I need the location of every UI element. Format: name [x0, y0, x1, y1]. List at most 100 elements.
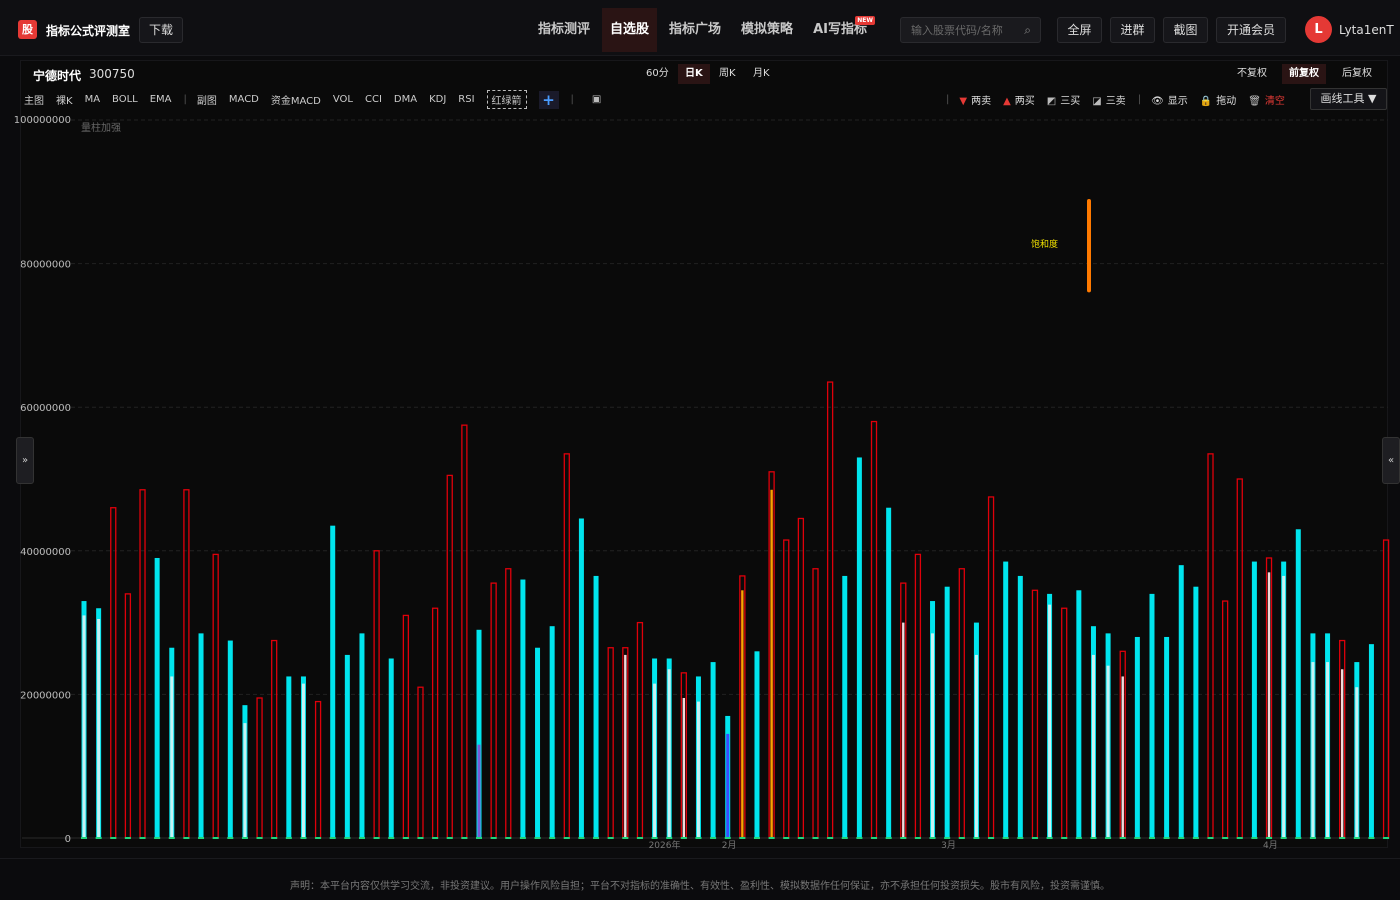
volume-bar-base — [198, 837, 205, 839]
volume-bar — [1207, 453, 1214, 839]
volume-bar-base — [241, 837, 248, 839]
volume-bar — [1134, 636, 1140, 838]
volume-bar-base — [1178, 837, 1185, 839]
volume-bar-base — [651, 837, 658, 839]
y-tick-label: 40000000 — [20, 547, 71, 558]
volume-bar — [1003, 561, 1009, 838]
volume-bar-inner — [667, 669, 671, 838]
volume-bar — [1031, 589, 1039, 839]
volume-bar-base — [358, 837, 365, 839]
volume-bar-base — [739, 837, 746, 839]
volume-bar — [958, 568, 965, 839]
volume-bar-base — [476, 837, 483, 839]
volume-bar — [826, 381, 834, 839]
volume-bar — [1295, 529, 1301, 838]
volume-bar-base — [578, 837, 585, 839]
volume-bar — [212, 553, 219, 839]
volume-bar — [636, 621, 644, 839]
volume-bar-base — [1002, 837, 1009, 839]
volume-bar — [563, 453, 570, 839]
volume-bar-inner — [770, 489, 773, 838]
volume-chart: 0 20000000 40000000 60000000 80000000 1000000… — [14, 115, 1390, 851]
volume-bar — [110, 507, 117, 839]
volume-bar — [1193, 586, 1199, 838]
volume-bar-base — [1266, 837, 1273, 839]
volume-bar — [198, 633, 204, 838]
volume-bar-inner — [696, 701, 700, 838]
volume-bar-base — [154, 837, 161, 839]
volume-bar-base — [988, 837, 995, 839]
volume-bar — [1251, 561, 1257, 838]
volume-bar-base — [944, 837, 951, 839]
volume-bar — [314, 700, 322, 839]
volume-bar-inner — [1091, 654, 1095, 838]
volume-bar-base — [1075, 837, 1082, 839]
volume-bar — [797, 517, 805, 839]
volume-bar-base — [900, 837, 907, 839]
volume-bar-inner — [1121, 676, 1124, 838]
volume-bar-base — [856, 837, 863, 839]
volume-bar-base — [680, 837, 687, 839]
volume-bar-base — [797, 837, 804, 839]
volume-bar-base — [549, 837, 556, 839]
x-tick-label: 4月 — [1263, 840, 1278, 851]
volume-bar — [431, 607, 439, 839]
volume-bar — [271, 639, 278, 839]
volume-bar-base — [827, 837, 834, 839]
y-tick-label: 0 — [65, 834, 71, 845]
y-tick-label: 20000000 — [20, 690, 71, 701]
volume-bar-inner — [82, 615, 86, 838]
volume-bar — [417, 686, 424, 839]
volume-bar-base — [666, 837, 673, 839]
volume-bar — [578, 518, 584, 838]
y-tick-label: 100000000 — [14, 115, 71, 126]
volume-bar — [330, 525, 336, 838]
volume-bar-base — [1295, 837, 1302, 839]
volume-bar-inner — [1267, 572, 1271, 838]
expand-right-icon[interactable]: « — [1382, 437, 1400, 484]
volume-bar-inner — [653, 683, 657, 838]
volume-bar-base — [1309, 837, 1316, 839]
volume-bar-inner — [1282, 575, 1286, 838]
volume-bar-base — [1280, 837, 1287, 839]
volume-bar-base — [1236, 837, 1243, 839]
volume-bar-inner — [1106, 665, 1110, 838]
x-tick-label: 3月 — [941, 840, 956, 851]
volume-bar-base — [344, 837, 351, 839]
volume-bar-inner — [1048, 604, 1052, 838]
expand-left-icon[interactable]: » — [16, 437, 34, 484]
volume-bar-base — [1119, 837, 1126, 839]
volume-bar — [1164, 636, 1170, 838]
volume-bar-base — [1046, 837, 1053, 839]
volume-bar-base — [1368, 837, 1375, 839]
volume-bar-base — [973, 837, 980, 839]
volume-bar-base — [929, 837, 936, 839]
volume-bar — [754, 651, 760, 838]
volume-bar — [256, 697, 263, 839]
volume-bar — [549, 626, 555, 838]
volume-bar-base — [1017, 837, 1024, 839]
volume-bar-base — [1207, 837, 1214, 839]
volume-bar-base — [300, 837, 307, 839]
disclaimer: 声明：本平台内容仅供学习交流，非投资建议。用户操作风险自担；平台不对指标的准确性… — [290, 881, 1110, 892]
volume-bar-base — [593, 837, 600, 839]
volume-bar-base — [139, 837, 146, 839]
volume-bar-base — [461, 837, 468, 839]
volume-bar-base — [81, 837, 87, 839]
volume-bar — [1149, 593, 1155, 838]
volume-bar-inner — [741, 590, 744, 838]
volume-bar-base — [490, 837, 497, 839]
volume-bar-base — [505, 837, 512, 839]
volume-bar-base — [1251, 837, 1258, 839]
volume-bar-base — [271, 837, 278, 839]
volume-bar-base — [871, 837, 878, 839]
volume-bar-inner — [726, 733, 730, 838]
y-tick-label: 80000000 — [20, 260, 71, 271]
volume-bar — [154, 557, 160, 838]
volume-bar — [490, 582, 497, 839]
volume-bar-base — [1339, 837, 1346, 839]
volume-bar-inner — [974, 654, 978, 838]
saturation-bar — [1087, 198, 1091, 293]
volume-bar-base — [402, 837, 409, 839]
volume-bar — [446, 474, 453, 839]
